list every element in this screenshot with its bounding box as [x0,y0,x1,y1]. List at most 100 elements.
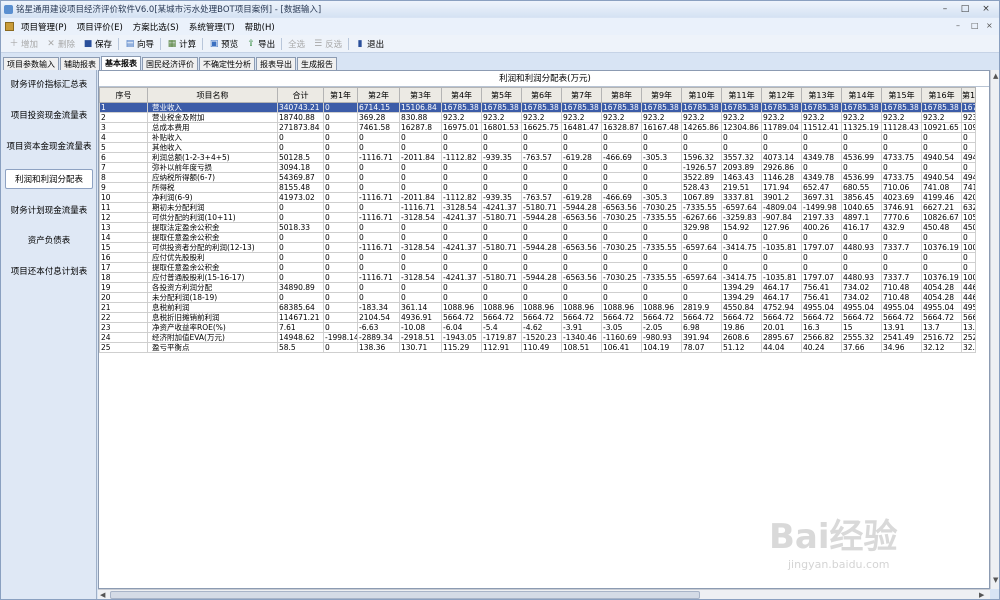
table-cell[interactable]: 0 [561,252,602,263]
column-header[interactable]: 第8年 [601,87,642,103]
table-cell[interactable]: 0 [921,232,962,243]
table-cell[interactable]: 4955.04 [801,302,842,313]
table-cell[interactable]: 44.04 [761,342,802,353]
table-cell[interactable]: -1520.23 [521,332,562,343]
menu-project[interactable]: 项目管理(P) [16,21,72,33]
table-cell[interactable]: 4204.1 [961,192,976,203]
table-cell[interactable]: 11 [99,202,148,213]
table-cell[interactable]: 4955.04 [881,302,922,313]
table-cell[interactable]: -4241.37 [481,202,522,213]
table-cell[interactable]: 16481.47 [561,122,602,133]
table-cell[interactable]: 0 [399,232,442,243]
table-cell[interactable]: 0 [399,182,442,193]
table-cell[interactable]: 138.36 [357,342,400,353]
table-cell[interactable]: -305.3 [641,152,682,163]
table-cell[interactable]: 5664.72 [441,312,482,323]
sidebar-item-capital-cashflow[interactable]: 项目资本金现金流量表 [5,137,93,157]
table-cell[interactable]: 7 [99,162,148,173]
table-cell[interactable]: 息税折旧摊销前利润 [147,312,278,323]
table-cell[interactable]: -1116.71 [357,272,400,283]
table-cell[interactable]: 5018.33 [277,222,324,233]
table-cell[interactable]: 2555.32 [841,332,882,343]
table-cell[interactable]: -1116.71 [357,192,400,203]
table-cell[interactable]: 5664.72 [841,312,882,323]
table-cell[interactable]: 0 [357,252,400,263]
table-cell[interactable]: 20 [99,292,148,303]
table-cell[interactable]: 0 [399,262,442,273]
table-cell[interactable]: -5.4 [481,322,522,333]
table-cell[interactable]: -6563.56 [561,272,602,283]
table-cell[interactable]: 14265.86 [681,122,722,133]
table-cell[interactable]: 0 [521,172,562,183]
table-cell[interactable]: 0 [323,172,358,183]
table-cell[interactable]: 0 [601,282,642,293]
table-cell[interactable]: 4955.04 [921,302,962,313]
table-cell[interactable]: 0 [357,172,400,183]
table-cell[interactable]: 0 [801,232,842,243]
table-cell[interactable]: 0 [357,292,400,303]
table-cell[interactable]: 2197.33 [801,212,842,223]
table-cell[interactable]: 741.91 [961,182,976,193]
column-header[interactable]: 第1年 [323,87,358,103]
table-cell[interactable]: 0 [561,292,602,303]
table-cell[interactable]: -2011.84 [399,192,442,203]
table-cell[interactable]: 115.29 [441,342,482,353]
scroll-left-icon[interactable]: ◀ [100,591,105,599]
mdi-minimize-button[interactable]: – [956,21,960,30]
table-cell[interactable]: 0 [921,142,962,153]
table-cell[interactable]: 0 [601,172,642,183]
column-header[interactable]: 第7年 [561,87,602,103]
table-cell[interactable]: 各投资方利润分配 [147,282,278,293]
table-cell[interactable]: 0 [761,142,802,153]
table-cell[interactable]: -183.34 [357,302,400,313]
table-cell[interactable]: 0 [841,162,882,173]
mdi-close-button[interactable]: × [986,21,993,30]
table-cell[interactable]: -7335.55 [641,212,682,223]
table-cell[interactable]: 补贴收入 [147,132,278,143]
tab-params-input[interactable]: 项目参数输入 [3,57,59,70]
table-cell[interactable]: 4480.93 [841,242,882,253]
table-cell[interactable]: 923.2 [561,112,602,123]
table-cell[interactable]: 0 [481,182,522,193]
table-cell[interactable]: 营业收入 [147,102,278,113]
table-row[interactable]: 11 期初未分配利润 0 0 0 -1116.71 -3128.54 -4241.37 -518… [99,202,976,213]
table-cell[interactable]: 528.43 [681,182,722,193]
table-cell[interactable]: -3128.54 [399,272,442,283]
table-cell[interactable]: -980.93 [641,332,682,343]
tab-aux-reports[interactable]: 辅助报表 [60,57,100,70]
table-cell[interactable]: 0 [961,252,976,263]
table-cell[interactable]: 0 [641,282,682,293]
table-cell[interactable]: 0 [441,142,482,153]
table-cell[interactable]: -6597.64 [721,202,762,213]
table-cell[interactable]: 13 [99,222,148,233]
table-cell[interactable]: 0 [323,342,358,353]
table-cell[interactable]: 1463.43 [721,172,762,183]
table-cell[interactable]: 16785.38 [601,102,642,113]
table-row[interactable]: 8 应纳税所得额(6-7) 54369.87 0 0 0 0 0 0 0 0 0 3522.89 1463… [99,172,976,183]
table-cell[interactable]: 5664.72 [601,312,642,323]
table-cell[interactable]: 6 [99,152,148,163]
scroll-thumb[interactable] [110,591,700,599]
table-cell[interactable]: 5664.72 [521,312,562,323]
table-cell[interactable]: 10921.65 [921,122,962,133]
scroll-down-icon[interactable]: ▼ [993,576,998,584]
table-cell[interactable]: 4 [99,132,148,143]
table-cell[interactable]: -3414.75 [721,272,762,283]
table-cell[interactable]: 4733.75 [881,172,922,183]
table-cell[interactable]: 0 [399,132,442,143]
table-cell[interactable]: 0 [323,192,358,203]
table-cell[interactable]: 17 [99,262,148,273]
table-cell[interactable]: -3128.54 [399,212,442,223]
menu-help[interactable]: 帮助(H) [240,21,280,33]
table-cell[interactable]: 0 [277,202,324,213]
table-cell[interactable]: 0 [357,222,400,233]
table-cell[interactable]: 3094.18 [277,162,324,173]
sidebar-item-balance-sheet[interactable]: 资产负债表 [5,231,93,251]
table-cell[interactable]: 0 [277,232,324,243]
column-header[interactable]: 第11年 [721,87,762,103]
table-cell[interactable]: 0 [841,132,882,143]
table-cell[interactable]: 0 [681,132,722,143]
table-cell[interactable]: 息税前利润 [147,302,278,313]
close-button[interactable]: × [976,3,996,15]
table-cell[interactable]: -6597.64 [681,242,722,253]
